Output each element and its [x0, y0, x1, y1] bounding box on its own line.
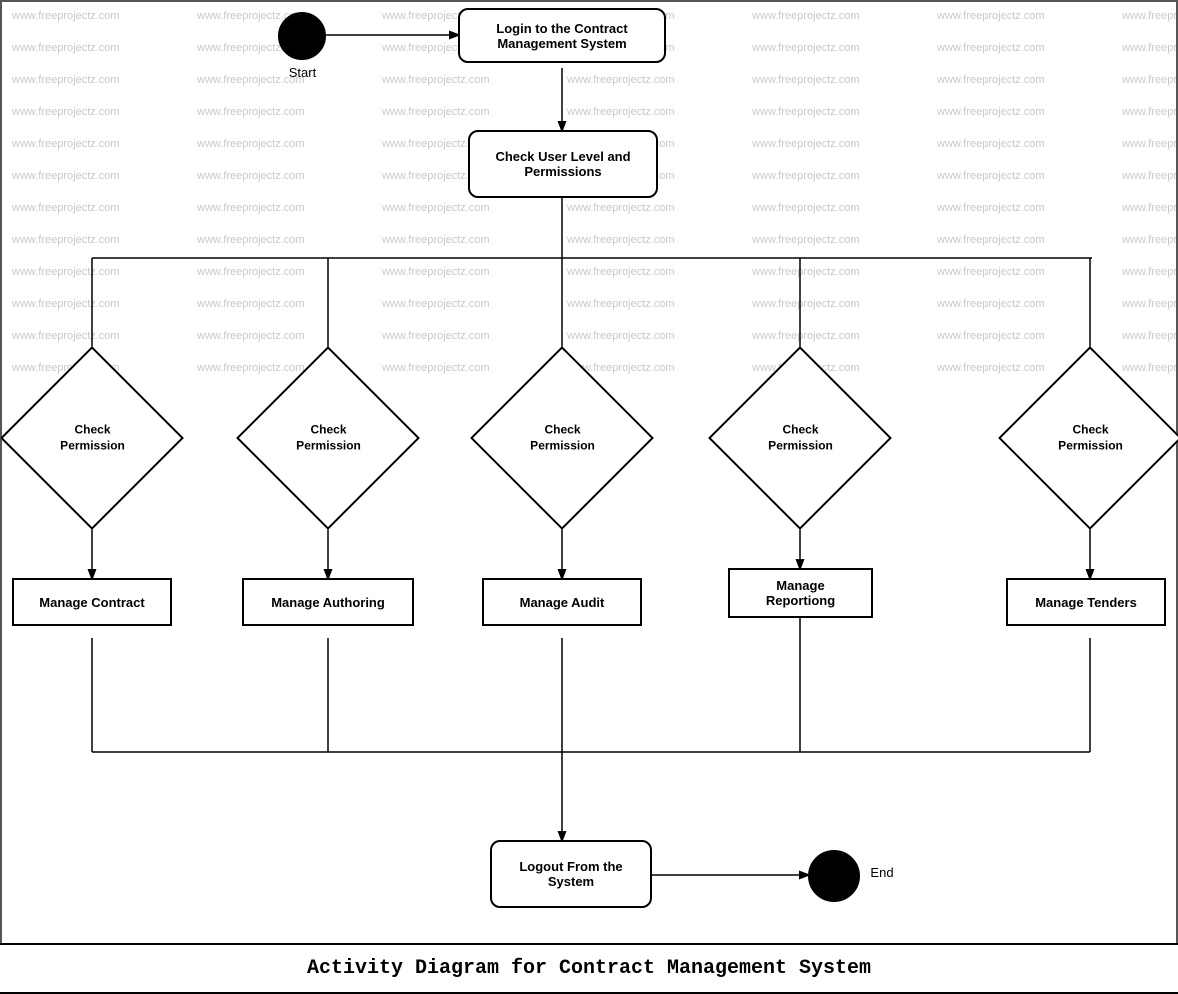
- logout-label: Logout From the System: [519, 859, 622, 889]
- manage-reportiong-node: Manage Reportiong: [728, 568, 873, 618]
- check-perm-label-2: CheckPermission: [296, 422, 361, 453]
- check-perm-label-4: CheckPermission: [768, 422, 833, 453]
- check-user-level-label: Check User Level and Permissions: [495, 149, 630, 179]
- manage-tenders-node: Manage Tenders: [1006, 578, 1166, 626]
- manage-audit-label: Manage Audit: [520, 595, 605, 610]
- start-node: [278, 12, 326, 60]
- manage-audit-node: Manage Audit: [482, 578, 642, 626]
- title-text: Activity Diagram for Contract Management…: [307, 957, 871, 980]
- check-user-level-node: Check User Level and Permissions: [468, 130, 658, 198]
- diagram-title: Activity Diagram for Contract Management…: [0, 943, 1178, 994]
- login-node: Login to the Contract Management System: [458, 8, 666, 63]
- check-perm-label-3: CheckPermission: [530, 422, 595, 453]
- end-node: [808, 850, 860, 902]
- start-label: Start: [270, 65, 335, 80]
- manage-contract-label: Manage Contract: [39, 595, 144, 610]
- login-label: Login to the Contract Management System: [496, 21, 627, 51]
- manage-authoring-node: Manage Authoring: [242, 578, 414, 626]
- check-perm-label-5: CheckPermission: [1058, 422, 1123, 453]
- manage-contract-node: Manage Contract: [12, 578, 172, 626]
- end-label: End: [862, 865, 902, 880]
- manage-reportiong-label: Manage Reportiong: [742, 578, 859, 608]
- check-perm-label-1: CheckPermission: [60, 422, 125, 453]
- logout-node: Logout From the System: [490, 840, 652, 908]
- manage-authoring-label: Manage Authoring: [271, 595, 385, 610]
- manage-tenders-label: Manage Tenders: [1035, 595, 1137, 610]
